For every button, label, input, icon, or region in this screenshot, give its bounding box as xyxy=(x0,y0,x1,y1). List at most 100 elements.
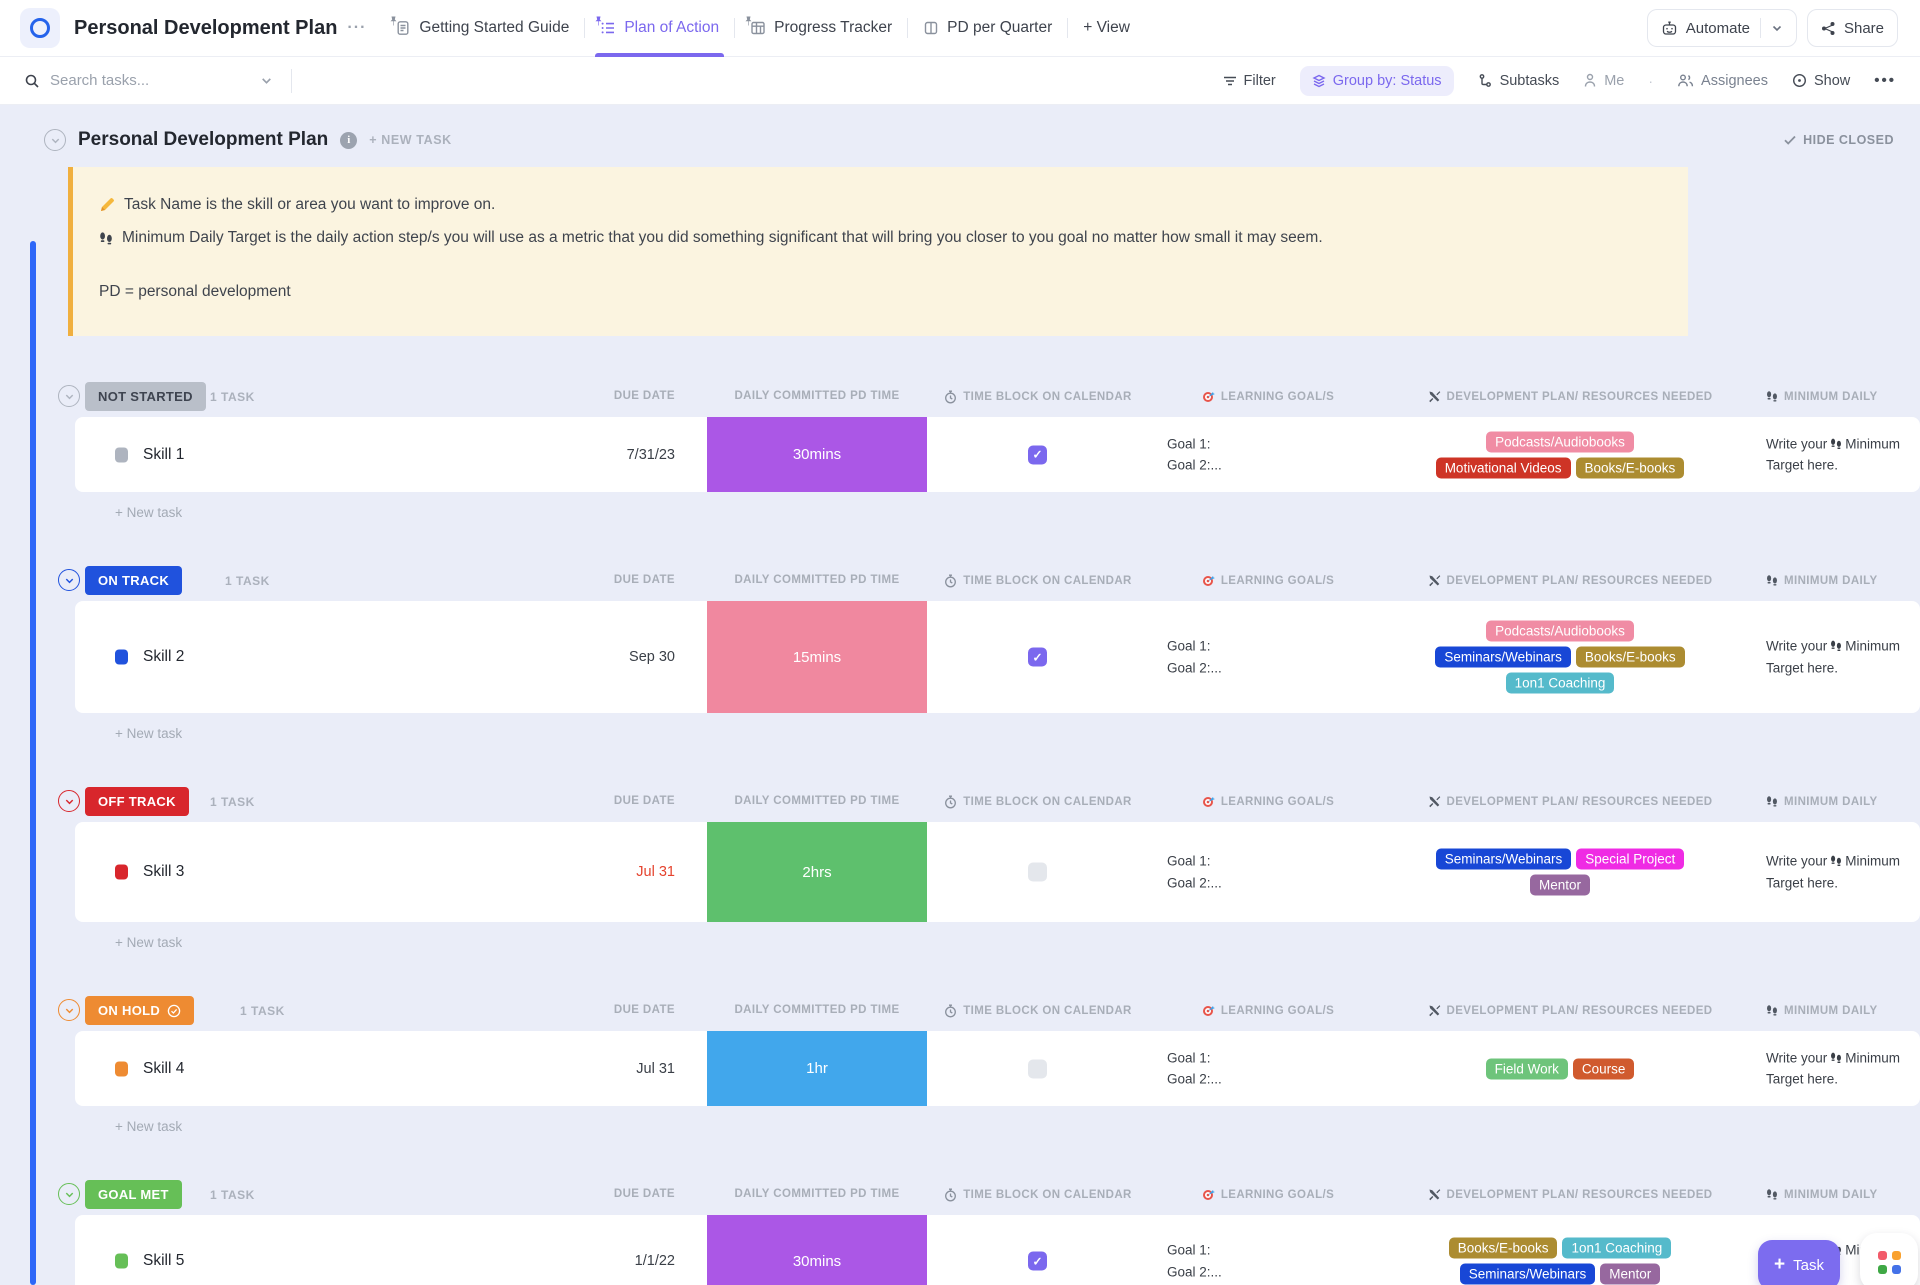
column-learning-goals[interactable]: LEARNING GOAL/S xyxy=(1168,574,1368,587)
add-task-row[interactable]: + New task xyxy=(115,1119,1920,1134)
new-task-button[interactable]: + NEW TASK xyxy=(369,133,452,147)
time-block-checkbox[interactable]: ✓ xyxy=(1028,1252,1047,1271)
column-pd-time[interactable]: DAILY COMMITTED PD TIME xyxy=(707,1188,927,1200)
tag[interactable]: Seminars/Webinars xyxy=(1460,1264,1596,1285)
task-row[interactable]: Skill 1 7/31/23 30mins ✓ Goal 1: Goal 2:… xyxy=(75,417,1920,492)
workspace-logo[interactable] xyxy=(20,8,60,48)
search-input[interactable] xyxy=(50,72,250,89)
status-badge[interactable]: GOAL MET xyxy=(85,1180,182,1209)
due-date[interactable]: Jul 31 xyxy=(505,864,675,880)
column-dev-plan[interactable]: DEVELOPMENT PLAN/ RESOURCES NEEDED xyxy=(1370,1004,1770,1017)
column-learning-goals[interactable]: LEARNING GOAL/S xyxy=(1168,1004,1368,1017)
time-block-checkbox[interactable]: ✓ xyxy=(1028,1059,1047,1078)
column-time-block[interactable]: TIME BLOCK ON CALENDAR xyxy=(943,574,1133,588)
tag[interactable]: Motivational Videos xyxy=(1436,457,1571,478)
minimum-daily-text[interactable]: Write yourMinimum Target here. xyxy=(1766,635,1900,678)
task-name[interactable]: Skill 3 xyxy=(143,863,184,881)
task-row[interactable]: Skill 4 Jul 31 1hr ✓ Goal 1: Goal 2:... … xyxy=(75,1031,1920,1106)
task-row[interactable]: Skill 2 Sep 30 15mins ✓ Goal 1: Goal 2:.… xyxy=(75,601,1920,713)
me-filter-button[interactable]: Me xyxy=(1583,73,1624,89)
info-icon[interactable]: i xyxy=(340,132,357,149)
time-block-checkbox[interactable]: ✓ xyxy=(1028,445,1047,464)
column-dev-plan[interactable]: DEVELOPMENT PLAN/ RESOURCES NEEDED xyxy=(1370,574,1770,587)
pd-time-cell[interactable]: 30mins xyxy=(707,417,927,492)
collapse-group-button[interactable] xyxy=(58,385,80,407)
add-task-row[interactable]: + New task xyxy=(115,935,1920,950)
chevron-down-icon[interactable] xyxy=(1771,22,1783,34)
due-date[interactable]: 1/1/22 xyxy=(505,1253,675,1269)
column-learning-goals[interactable]: LEARNING GOAL/S xyxy=(1168,795,1368,808)
search-box[interactable] xyxy=(24,69,324,93)
column-minimum-daily[interactable]: MINIMUM DAILY xyxy=(1766,574,1878,587)
hide-closed-button[interactable]: HIDE CLOSED xyxy=(1784,133,1894,147)
task-status-icon[interactable] xyxy=(115,1254,128,1269)
app-launcher-button[interactable] xyxy=(1860,1233,1918,1285)
column-due-date[interactable]: DUE DATE xyxy=(505,1004,675,1016)
create-task-button[interactable]: + Task xyxy=(1758,1240,1840,1285)
task-name[interactable]: Skill 2 xyxy=(143,648,184,666)
tag[interactable]: Books/E-books xyxy=(1576,647,1685,668)
task-status-icon[interactable] xyxy=(115,447,128,462)
tag[interactable]: Mentor xyxy=(1530,875,1590,896)
chevron-down-icon[interactable] xyxy=(260,74,273,87)
add-view-button[interactable]: + View xyxy=(1068,0,1145,56)
time-block-checkbox[interactable]: ✓ xyxy=(1028,863,1047,882)
column-pd-time[interactable]: DAILY COMMITTED PD TIME xyxy=(707,390,927,402)
learning-goals[interactable]: Goal 1: Goal 2:... xyxy=(1167,850,1222,893)
tab-plan-of-action[interactable]: Plan of Action xyxy=(585,0,734,56)
tag[interactable]: Seminars/Webinars xyxy=(1435,647,1571,668)
column-due-date[interactable]: DUE DATE xyxy=(505,795,675,807)
task-name[interactable]: Skill 5 xyxy=(143,1252,184,1270)
add-task-row[interactable]: + New task xyxy=(115,726,1920,741)
collapse-list-button[interactable] xyxy=(44,129,66,151)
column-time-block[interactable]: TIME BLOCK ON CALENDAR xyxy=(943,390,1133,404)
tag[interactable]: 1on1 Coaching xyxy=(1562,1238,1671,1259)
pd-time-cell[interactable]: 15mins xyxy=(707,601,927,713)
tag[interactable]: Books/E-books xyxy=(1449,1238,1558,1259)
column-time-block[interactable]: TIME BLOCK ON CALENDAR xyxy=(943,1004,1133,1018)
learning-goals[interactable]: Goal 1: Goal 2:... xyxy=(1167,433,1222,476)
filter-button[interactable]: Filter xyxy=(1223,73,1276,89)
task-row[interactable]: Skill 5 1/1/22 30mins ✓ Goal 1: Goal 2:.… xyxy=(75,1215,1920,1285)
column-pd-time[interactable]: DAILY COMMITTED PD TIME xyxy=(707,795,927,807)
status-badge[interactable]: NOT STARTED xyxy=(85,382,206,411)
due-date[interactable]: 7/31/23 xyxy=(505,447,675,463)
learning-goals[interactable]: Goal 1: Goal 2:... xyxy=(1167,1239,1222,1282)
pd-time-cell[interactable]: 2hrs xyxy=(707,822,927,922)
task-status-icon[interactable] xyxy=(115,650,128,665)
tab-getting-started-guide[interactable]: Getting Started Guide xyxy=(380,0,584,56)
tag[interactable]: Special Project xyxy=(1576,849,1684,870)
subtasks-button[interactable]: Subtasks xyxy=(1478,73,1560,89)
minimum-daily-text[interactable]: Write yourMinimum Target here. xyxy=(1766,433,1900,476)
column-minimum-daily[interactable]: MINIMUM DAILY xyxy=(1766,795,1878,808)
column-pd-time[interactable]: DAILY COMMITTED PD TIME xyxy=(707,574,927,586)
collapse-group-button[interactable] xyxy=(58,999,80,1021)
column-due-date[interactable]: DUE DATE xyxy=(505,390,675,402)
learning-goals[interactable]: Goal 1: Goal 2:... xyxy=(1167,635,1222,678)
column-dev-plan[interactable]: DEVELOPMENT PLAN/ RESOURCES NEEDED xyxy=(1370,795,1770,808)
collapse-group-button[interactable] xyxy=(58,569,80,591)
assignees-button[interactable]: Assignees xyxy=(1677,73,1768,89)
tag[interactable]: Field Work xyxy=(1486,1058,1568,1079)
tab-pd-per-quarter[interactable]: PD per Quarter xyxy=(908,0,1067,56)
column-pd-time[interactable]: DAILY COMMITTED PD TIME xyxy=(707,1004,927,1016)
tag[interactable]: Books/E-books xyxy=(1576,457,1685,478)
list-description-note[interactable]: Task Name is the skill or area you want … xyxy=(68,167,1688,336)
task-status-icon[interactable] xyxy=(115,865,128,880)
tag[interactable]: Podcasts/Audiobooks xyxy=(1486,621,1634,642)
task-name[interactable]: Skill 1 xyxy=(143,446,184,464)
status-badge[interactable]: ON HOLD xyxy=(85,996,194,1025)
automate-button[interactable]: Automate xyxy=(1647,9,1797,47)
column-minimum-daily[interactable]: MINIMUM DAILY xyxy=(1766,1004,1878,1017)
time-block-checkbox[interactable]: ✓ xyxy=(1028,648,1047,667)
title-more-icon[interactable]: ··· xyxy=(347,19,366,37)
column-dev-plan[interactable]: DEVELOPMENT PLAN/ RESOURCES NEEDED xyxy=(1370,1188,1770,1201)
column-time-block[interactable]: TIME BLOCK ON CALENDAR xyxy=(943,1188,1133,1202)
column-dev-plan[interactable]: DEVELOPMENT PLAN/ RESOURCES NEEDED xyxy=(1370,390,1770,403)
collapse-group-button[interactable] xyxy=(58,1183,80,1205)
group-by-button[interactable]: Group by: Status xyxy=(1300,66,1454,96)
column-time-block[interactable]: TIME BLOCK ON CALENDAR xyxy=(943,795,1133,809)
tag[interactable]: Mentor xyxy=(1600,1264,1660,1285)
column-learning-goals[interactable]: LEARNING GOAL/S xyxy=(1168,1188,1368,1201)
column-due-date[interactable]: DUE DATE xyxy=(505,574,675,586)
